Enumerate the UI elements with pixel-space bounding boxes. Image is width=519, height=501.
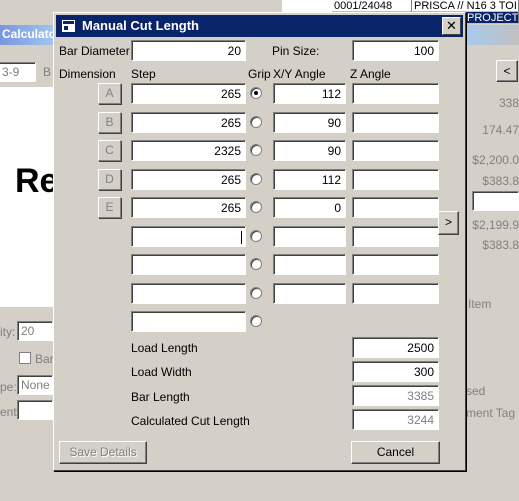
background-preview-text: Re	[15, 162, 59, 200]
dimension-button-e[interactable]: E	[98, 197, 121, 218]
step-field[interactable]	[131, 226, 246, 247]
z-angle-field[interactable]	[352, 112, 439, 133]
step-field[interactable]: 265	[131, 112, 246, 133]
grip-radio[interactable]	[250, 230, 262, 242]
step-field[interactable]: 2325	[131, 140, 246, 161]
prev-button[interactable]: <	[496, 60, 518, 82]
pin-size-field[interactable]: 100	[352, 40, 439, 61]
manual-cut-length-dialog: Manual Cut Length ✕ Bar Diameter 20 Pin …	[53, 12, 466, 471]
z-angle-field[interactable]	[352, 226, 439, 247]
value-label: $383.8	[482, 238, 519, 252]
background-titlebar-right	[464, 25, 519, 45]
xy-angle-field[interactable]: 112	[273, 83, 346, 104]
grip-radio[interactable]	[250, 201, 262, 213]
type-select[interactable]: None	[17, 375, 53, 395]
step-field[interactable]	[131, 254, 246, 275]
load-length-field[interactable]: 2500	[352, 337, 439, 358]
background-window-title: Calculato	[0, 25, 60, 45]
dialog-titlebar: Manual Cut Length ✕	[56, 15, 463, 37]
z-angle-field[interactable]	[352, 140, 439, 161]
xy-angle-field[interactable]: 0	[273, 197, 346, 218]
close-button[interactable]: ✕	[442, 17, 461, 35]
step-field[interactable]: 265	[131, 169, 246, 190]
comment-field[interactable]	[17, 400, 53, 420]
load-length-label: Load Length	[131, 341, 198, 355]
calculated-cut-length-label: Calculated Cut Length	[131, 414, 250, 428]
window-icon	[62, 20, 75, 32]
quantity-label: ity:	[0, 325, 16, 339]
next-button[interactable]: >	[438, 211, 459, 235]
dimension-header: Dimension	[59, 67, 116, 81]
bar-diameter-label: Bar Diameter	[59, 44, 130, 58]
step-field[interactable]	[131, 311, 246, 332]
step-field[interactable]: 265	[131, 83, 246, 104]
grid-cell[interactable]: 0001/24048	[332, 0, 412, 12]
z-angle-header: Z Angle	[350, 67, 391, 81]
bar-length-field: 3385	[352, 385, 439, 406]
dialog-title: Manual Cut Length	[82, 18, 199, 33]
value-label: $2,199.9	[472, 218, 519, 232]
bar-length-label: Bar Length	[131, 390, 190, 404]
z-angle-field[interactable]	[352, 197, 439, 218]
grid-cell[interactable]: PROJECT	[465, 12, 519, 24]
grip-radio[interactable]	[250, 287, 262, 299]
grip-radio[interactable]	[250, 116, 262, 128]
background-right-field[interactable]	[472, 191, 519, 211]
dimension-button-b[interactable]: B	[98, 112, 121, 133]
cancel-button[interactable]: Cancel	[351, 441, 440, 464]
xy-angle-field[interactable]: 90	[273, 140, 346, 161]
grip-header: Grip	[248, 67, 271, 81]
save-details-button[interactable]: Save Details	[59, 441, 147, 464]
dimension-button-c[interactable]: C	[98, 140, 121, 161]
load-width-field[interactable]: 300	[352, 361, 439, 382]
calculated-cut-length-field: 3244	[352, 409, 439, 430]
z-angle-field[interactable]	[352, 169, 439, 190]
close-icon: ✕	[446, 18, 457, 33]
quantity-field[interactable]: 20	[17, 321, 53, 341]
step-field[interactable]	[131, 283, 246, 304]
xy-angle-field[interactable]	[273, 283, 346, 304]
load-width-label: Load Width	[131, 365, 192, 379]
grid-cell[interactable]: PRISCA // N16 3 TOI	[412, 0, 519, 12]
grip-radio[interactable]	[250, 315, 262, 327]
background-label: sed	[466, 384, 486, 398]
grip-radio[interactable]	[250, 173, 262, 185]
grip-radio[interactable]	[250, 144, 262, 156]
z-angle-field[interactable]	[352, 254, 439, 275]
background-label: B	[43, 65, 52, 79]
xy-angle-header: X/Y Angle	[273, 67, 326, 81]
value-label: $383.8	[482, 174, 519, 188]
dimension-button-a[interactable]: A	[98, 83, 121, 104]
step-field[interactable]: 265	[131, 197, 246, 218]
type-label: pe:	[0, 380, 17, 394]
bar-checkbox-label: Bar	[35, 352, 54, 366]
xy-angle-field[interactable]: 112	[273, 169, 346, 190]
bar-diameter-field[interactable]: 20	[131, 40, 246, 61]
z-angle-field[interactable]	[352, 83, 439, 104]
step-header: Step	[131, 67, 156, 81]
grip-radio[interactable]	[250, 87, 262, 99]
background-preview-area: Re	[0, 87, 59, 307]
xy-angle-field[interactable]	[273, 226, 346, 247]
text-caret	[241, 231, 242, 244]
background-right-panel: < 338 174.47 $2,200.0 $383.8 $2,199.9 $3…	[456, 50, 519, 501]
value-label: $2,200.0	[472, 153, 519, 167]
xy-angle-field[interactable]	[273, 254, 346, 275]
value-label: 174.47	[482, 123, 519, 137]
xy-angle-field[interactable]: 90	[273, 112, 346, 133]
dimension-button-d[interactable]: D	[98, 169, 121, 190]
z-angle-field[interactable]	[352, 283, 439, 304]
bar-checkbox[interactable]	[19, 352, 31, 364]
grip-radio[interactable]	[250, 258, 262, 270]
background-code-field[interactable]: 3-9	[0, 62, 36, 82]
value-label: 338	[498, 96, 519, 110]
pin-size-label: Pin Size:	[272, 44, 320, 58]
